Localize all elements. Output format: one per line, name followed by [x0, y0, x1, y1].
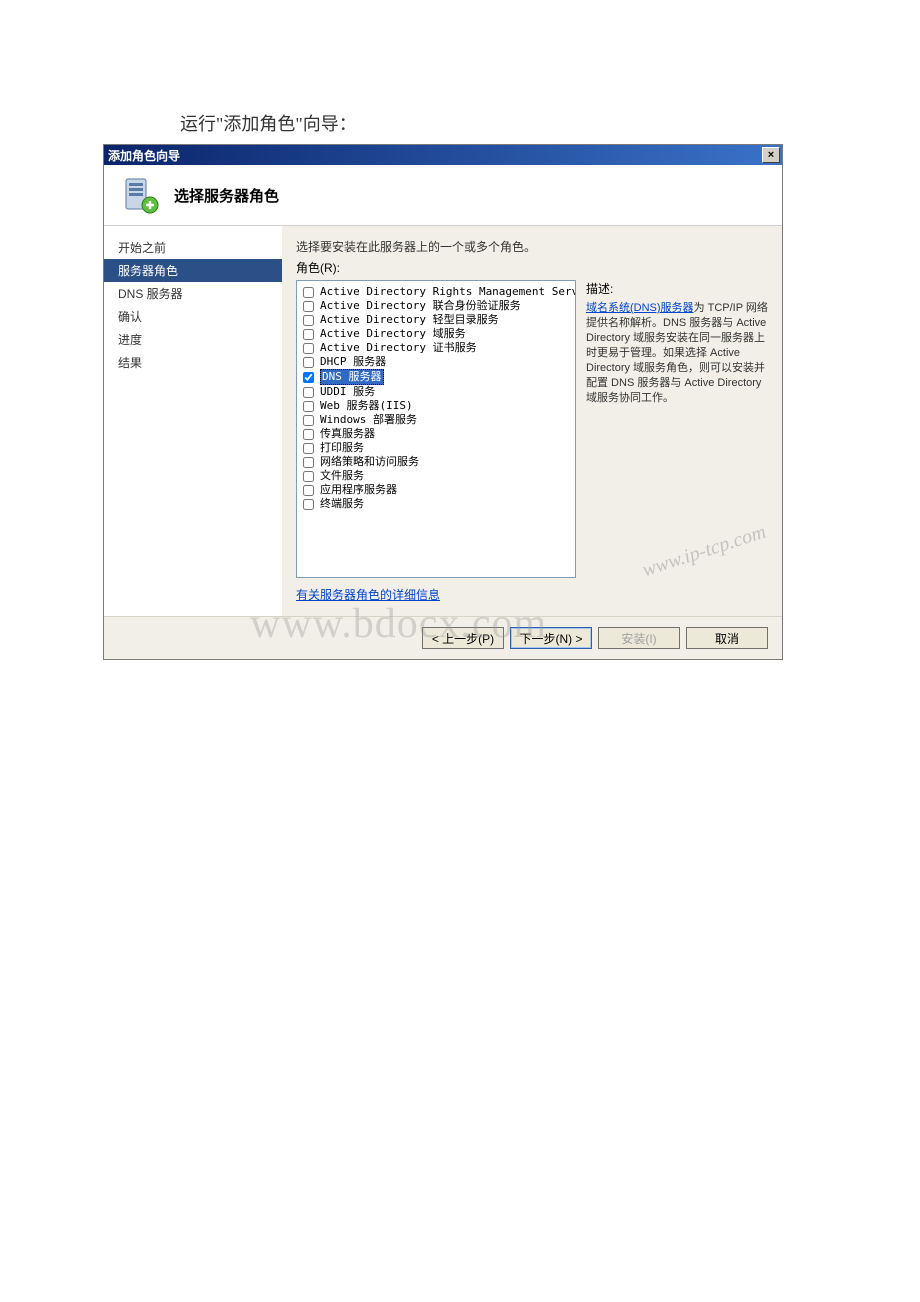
role-label: 终端服务: [320, 497, 364, 511]
dialog-body: 开始之前服务器角色DNS 服务器确认进度结果 选择要安装在此服务器上的一个或多个…: [104, 226, 782, 616]
role-row-9[interactable]: Windows 部署服务: [303, 413, 569, 427]
role-checkbox[interactable]: [303, 372, 314, 383]
install-button: 安装(I): [598, 627, 680, 649]
role-checkbox[interactable]: [303, 315, 314, 326]
role-label: Web 服务器(IIS): [320, 399, 413, 413]
role-checkbox[interactable]: [303, 485, 314, 496]
wizard-sidebar: 开始之前服务器角色DNS 服务器确认进度结果: [104, 226, 282, 616]
next-button[interactable]: 下一步(N) >: [510, 627, 592, 649]
role-row-2[interactable]: Active Directory 轻型目录服务: [303, 313, 569, 327]
role-row-8[interactable]: Web 服务器(IIS): [303, 399, 569, 413]
role-label: Active Directory Rights Management Servi…: [320, 285, 576, 299]
roles-listbox[interactable]: Active Directory Rights Management Servi…: [296, 280, 576, 578]
description-body: 为 TCP/IP 网络提供名称解析。DNS 服务器与 Active Direct…: [586, 302, 768, 404]
role-row-4[interactable]: Active Directory 证书服务: [303, 341, 569, 355]
titlebar[interactable]: 添加角色向导 ×: [104, 145, 782, 165]
titlebar-text: 添加角色向导: [108, 147, 762, 164]
back-button[interactable]: < 上一步(P): [422, 627, 504, 649]
instruction-text: 选择要安装在此服务器上的一个或多个角色。: [296, 238, 772, 255]
page-caption: 运行"添加角色"向导：: [0, 0, 920, 144]
role-label: DHCP 服务器: [320, 355, 386, 369]
role-label: UDDI 服务: [320, 385, 375, 399]
role-label: Active Directory 轻型目录服务: [320, 313, 499, 327]
server-role-icon: [120, 175, 160, 215]
role-row-6[interactable]: DNS 服务器: [303, 369, 569, 385]
sidebar-item-2[interactable]: DNS 服务器: [104, 282, 282, 305]
close-button[interactable]: ×: [762, 147, 780, 163]
cancel-button[interactable]: 取消: [686, 627, 768, 649]
role-checkbox[interactable]: [303, 301, 314, 312]
role-checkbox[interactable]: [303, 401, 314, 412]
dialog-header: 选择服务器角色: [104, 165, 782, 226]
role-row-13[interactable]: 文件服务: [303, 469, 569, 483]
role-label: Active Directory 证书服务: [320, 341, 477, 355]
role-checkbox[interactable]: [303, 415, 314, 426]
role-row-3[interactable]: Active Directory 域服务: [303, 327, 569, 341]
role-row-1[interactable]: Active Directory 联合身份验证服务: [303, 299, 569, 313]
role-label: 文件服务: [320, 469, 364, 483]
role-checkbox[interactable]: [303, 343, 314, 354]
sidebar-item-4[interactable]: 进度: [104, 328, 282, 351]
role-row-7[interactable]: UDDI 服务: [303, 385, 569, 399]
close-icon: ×: [768, 149, 774, 161]
role-checkbox[interactable]: [303, 499, 314, 510]
role-checkbox[interactable]: [303, 443, 314, 454]
sidebar-item-3[interactable]: 确认: [104, 305, 282, 328]
role-row-10[interactable]: 传真服务器: [303, 427, 569, 441]
role-label: Active Directory 域服务: [320, 327, 466, 341]
role-label: 传真服务器: [320, 427, 375, 441]
role-row-5[interactable]: DHCP 服务器: [303, 355, 569, 369]
header-title: 选择服务器角色: [174, 185, 279, 206]
role-label: DNS 服务器: [320, 369, 384, 385]
add-roles-wizard-dialog: 添加角色向导 × 选择服务器角色 开始之前服务器角色DNS 服务器确认进度结果 …: [103, 144, 783, 660]
dialog-footer: < 上一步(P) 下一步(N) > 安装(I) 取消: [104, 616, 782, 659]
description-link[interactable]: 域名系统(DNS)服务器: [586, 302, 694, 314]
role-label: 应用程序服务器: [320, 483, 397, 497]
role-label: Active Directory 联合身份验证服务: [320, 299, 521, 313]
description-panel: 描述: 域名系统(DNS)服务器为 TCP/IP 网络提供名称解析。DNS 服务…: [586, 280, 772, 578]
role-row-14[interactable]: 应用程序服务器: [303, 483, 569, 497]
role-label: Windows 部署服务: [320, 413, 417, 427]
role-checkbox[interactable]: [303, 287, 314, 298]
role-row-11[interactable]: 打印服务: [303, 441, 569, 455]
role-label: 网络策略和访问服务: [320, 455, 419, 469]
description-text: 域名系统(DNS)服务器为 TCP/IP 网络提供名称解析。DNS 服务器与 A…: [586, 301, 772, 406]
sidebar-item-1[interactable]: 服务器角色: [104, 259, 282, 282]
role-checkbox[interactable]: [303, 357, 314, 368]
role-checkbox[interactable]: [303, 429, 314, 440]
role-label: 打印服务: [320, 441, 364, 455]
description-title: 描述:: [586, 280, 772, 297]
role-checkbox[interactable]: [303, 329, 314, 340]
role-checkbox[interactable]: [303, 471, 314, 482]
sidebar-item-0[interactable]: 开始之前: [104, 236, 282, 259]
more-info-link[interactable]: 有关服务器角色的详细信息: [296, 586, 772, 603]
role-row-0[interactable]: Active Directory Rights Management Servi…: [303, 285, 569, 299]
role-row-12[interactable]: 网络策略和访问服务: [303, 455, 569, 469]
role-row-15[interactable]: 终端服务: [303, 497, 569, 511]
role-checkbox[interactable]: [303, 457, 314, 468]
role-checkbox[interactable]: [303, 387, 314, 398]
roles-label: 角色(R):: [296, 259, 772, 276]
wizard-main: 选择要安装在此服务器上的一个或多个角色。 角色(R): Active Direc…: [282, 226, 782, 616]
sidebar-item-5[interactable]: 结果: [104, 351, 282, 374]
